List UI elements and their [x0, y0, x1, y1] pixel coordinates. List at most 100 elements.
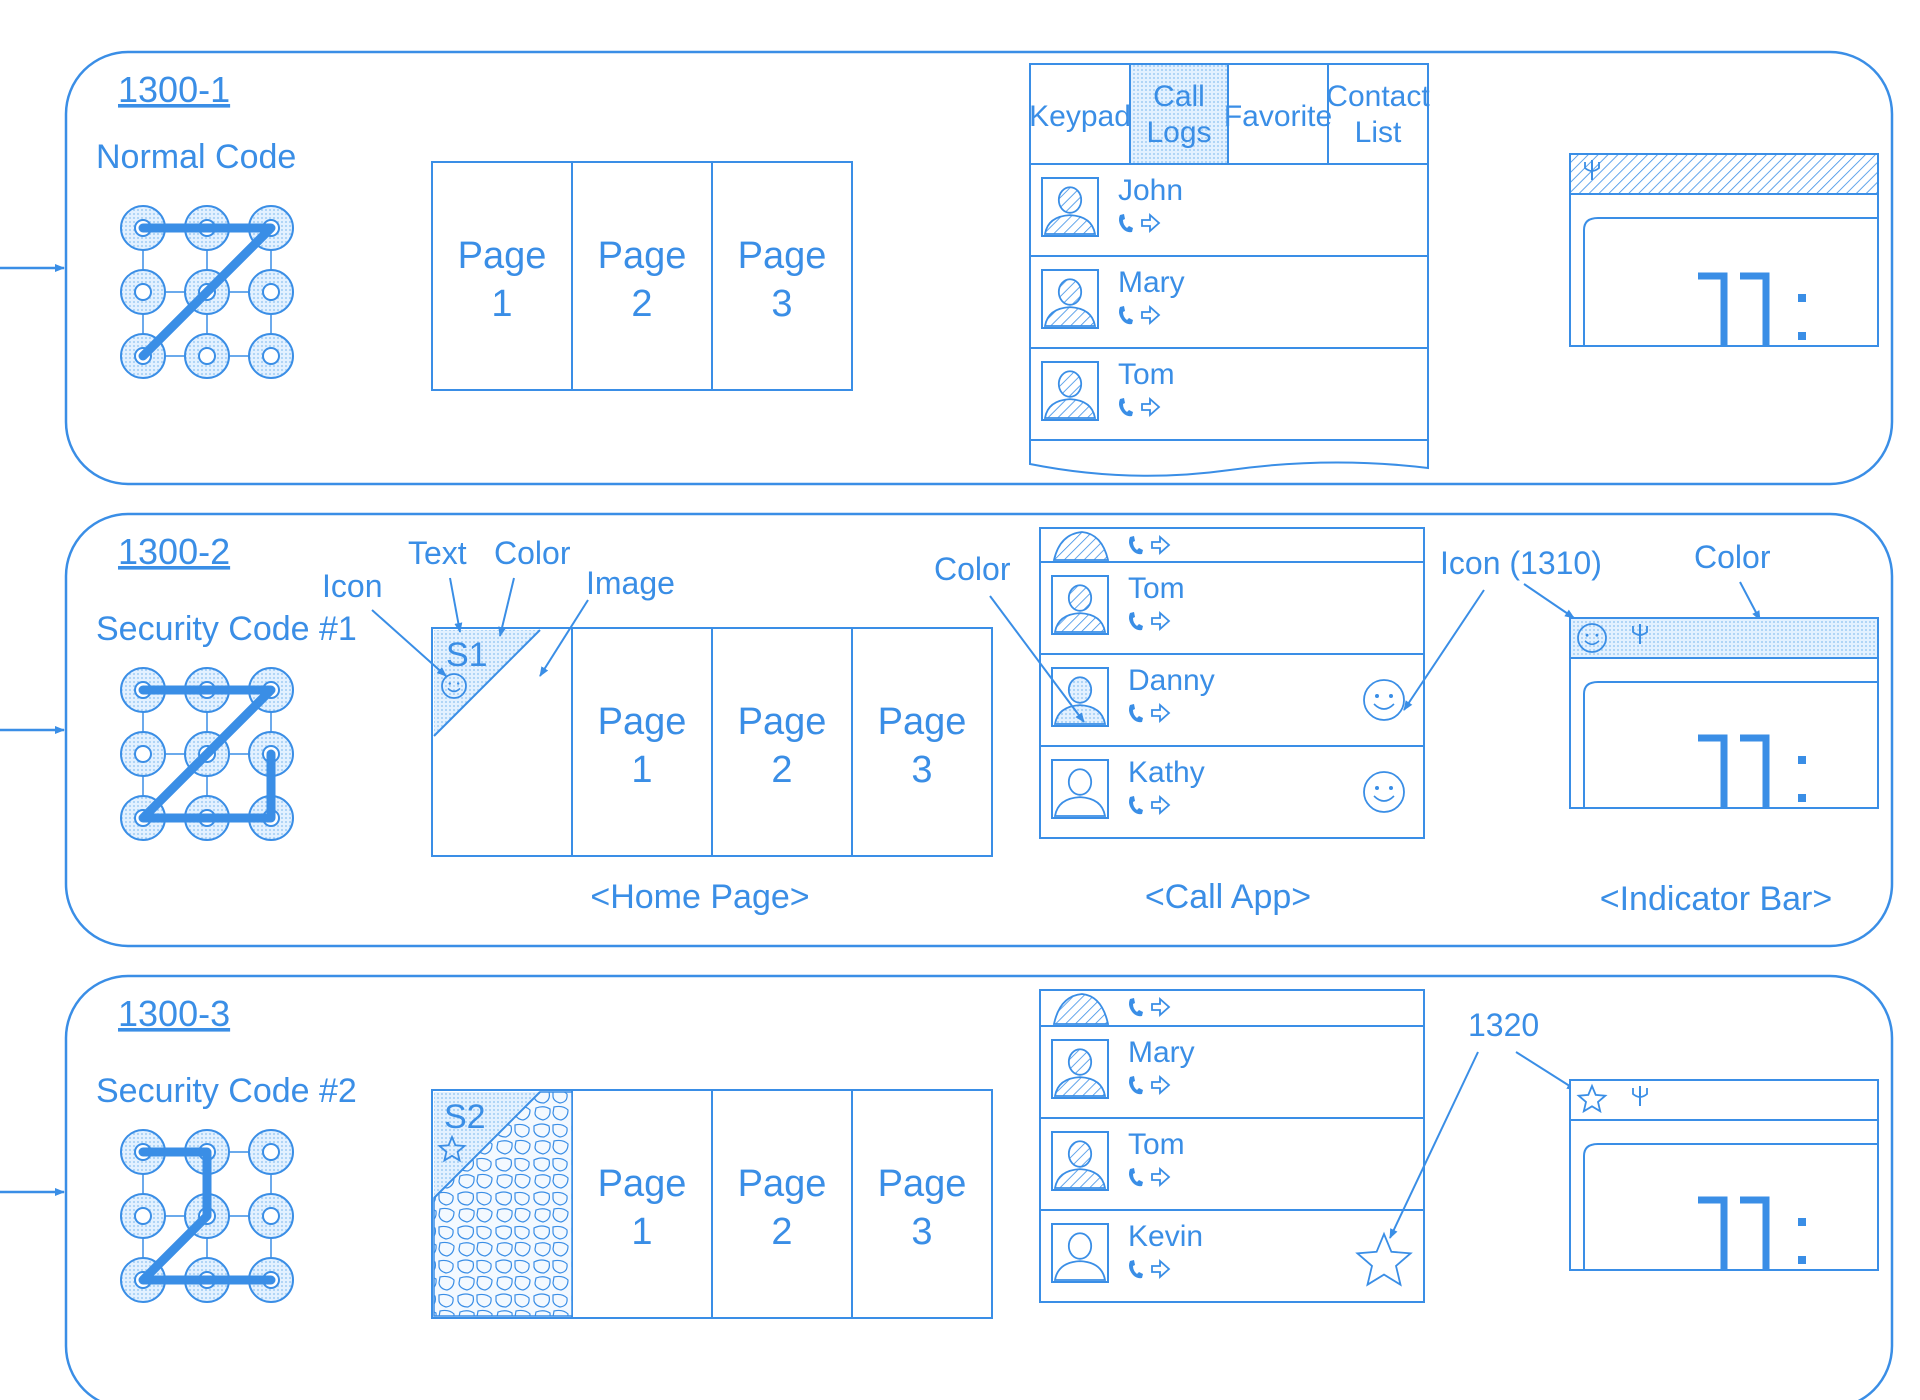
pattern-dot-center: [134, 745, 152, 763]
leader-line: [1389, 1051, 1479, 1239]
star-icon: [1355, 1231, 1413, 1287]
contact-list: John Mary Tom: [1029, 163, 1429, 441]
space-label: S2: [444, 1098, 486, 1136]
contact-name: Danny: [1128, 664, 1215, 697]
contact-name: Tom: [1118, 358, 1175, 391]
page-number: 2: [771, 1211, 792, 1253]
avatar: [1051, 1131, 1109, 1191]
clock: [1698, 734, 1806, 808]
clock-digit: [1698, 734, 1728, 808]
tab-favorite[interactable]: Favorite: [1224, 63, 1332, 165]
home-page-3: Page 3: [738, 235, 827, 325]
contact-name: Mary: [1128, 1036, 1195, 1069]
avatar: [1041, 269, 1099, 329]
leader-line: [1523, 583, 1575, 619]
phone-icon: [1119, 214, 1133, 233]
clock-colon: [1798, 794, 1806, 802]
avatar-body: [1053, 1260, 1107, 1281]
home-page-1: Page 1: [598, 701, 687, 791]
avatar-head: [1067, 1140, 1093, 1168]
leader-line: [449, 577, 463, 633]
clock: [1698, 272, 1806, 346]
page-word: Page: [598, 701, 687, 743]
panel-frame: [64, 50, 1894, 486]
phone-icon: [1129, 1260, 1143, 1279]
home-page-strip: Page 1 Page 2 Page 3: [431, 161, 853, 391]
arrow-right-icon: [1151, 534, 1171, 556]
leader-line: [1739, 581, 1761, 621]
smiley-face: [1363, 771, 1405, 813]
annotation-bar-color: Color: [1694, 539, 1771, 575]
tab-keypad[interactable]: Keypad: [1029, 63, 1131, 165]
caption-home: <Home Page>: [590, 878, 809, 916]
pattern-dot-center: [262, 347, 280, 365]
avatar: [1051, 1039, 1109, 1099]
avatar-head: [1057, 186, 1083, 214]
smiley-eye: [1375, 786, 1379, 790]
call-arrow-icon: [1129, 702, 1171, 724]
call-arrow-icon: [1129, 610, 1171, 632]
clock-digit: [1740, 1196, 1770, 1270]
widget-frame: [1583, 1143, 1878, 1270]
clock-digit: [1740, 734, 1770, 808]
annotation-text: Text: [408, 535, 467, 571]
page-word: Page: [738, 1163, 827, 1205]
avatar-head: [1067, 768, 1093, 796]
smiley-face: [1363, 679, 1405, 721]
pattern-dot-center: [134, 1207, 152, 1225]
phone-icon: [1129, 796, 1143, 815]
arrow-right-icon: [1151, 794, 1171, 816]
page-word: Page: [598, 235, 687, 277]
call-app: KeypadCallLogs FavoriteContactListJohnMar…: [1029, 63, 1430, 477]
call-arrow-icon: [1129, 534, 1171, 556]
avatar-body: [1053, 1076, 1107, 1097]
indicator-bar-screen: [1569, 153, 1879, 347]
smiley-eye: [448, 682, 451, 685]
contact-name: Tom: [1128, 1128, 1185, 1161]
clock-digit: [1698, 1196, 1728, 1270]
arrow-right-icon: [1141, 396, 1161, 418]
annotation-icon: Icon: [322, 568, 382, 604]
home-page-2: Page 2: [738, 1163, 827, 1253]
clock-digit: [1698, 272, 1728, 346]
clock-digit: [1740, 272, 1770, 346]
pattern-dot-center: [262, 1143, 280, 1161]
avatar-body: [1043, 214, 1097, 235]
panel-frame: [64, 974, 1894, 1400]
home-page-strip: Page 1 Page 2 Page 3: [431, 627, 993, 857]
smiley-icon: [1363, 771, 1405, 813]
avatar-body: [1053, 612, 1107, 633]
smiley-eye: [457, 682, 460, 685]
call-arrow-icon: [1129, 1074, 1171, 1096]
smiley-eye: [1389, 786, 1393, 790]
lock-pattern: [120, 205, 294, 379]
smiley-eye: [1595, 633, 1599, 637]
arrow-right-icon: [1151, 996, 1171, 1018]
avatar-partial: [1052, 531, 1110, 561]
phone-icon: [1119, 398, 1133, 417]
leader-line: [539, 599, 589, 677]
tab-label: Call: [1153, 80, 1205, 113]
contact-row: [1039, 527, 1425, 563]
page-number: 1: [631, 749, 652, 791]
clock-colon: [1798, 294, 1806, 302]
annotation-image: Image: [586, 565, 675, 601]
call-arrow-icon: [1129, 1166, 1171, 1188]
phone-icon: [1129, 612, 1143, 631]
tab-call-logs[interactable]: CallLogs: [1129, 63, 1229, 165]
contact-list: Mary Tom Kevin: [1039, 989, 1425, 1303]
call-arrow-icon: [1129, 1258, 1171, 1280]
clock: [1698, 1196, 1806, 1270]
tab-contact-list[interactable]: ContactList: [1326, 63, 1430, 165]
panel-reference: 1300-2: [118, 531, 230, 572]
avatar: [1051, 759, 1109, 819]
space-label: S1: [446, 636, 488, 674]
contact-row: Tom: [1039, 1117, 1425, 1211]
smiley-mouth: [1373, 795, 1395, 802]
phone-icon: [1129, 536, 1143, 555]
contact-row: John: [1029, 163, 1429, 257]
home-page-3: Page 3: [878, 1163, 967, 1253]
pattern-dot-center: [134, 283, 152, 301]
avatar: [1041, 177, 1099, 237]
contact-row: Mary: [1039, 1025, 1425, 1119]
